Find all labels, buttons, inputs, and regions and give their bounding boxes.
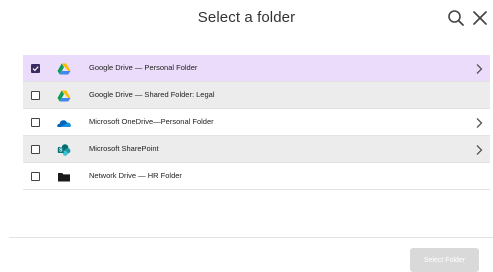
folder-row-google-drive-shared[interactable]: Google Drive — Shared Folder: Legal bbox=[23, 82, 490, 109]
select-folder-button[interactable]: Select Folder bbox=[410, 248, 479, 272]
chevron-right-icon[interactable] bbox=[475, 62, 483, 74]
folder-label: Google Drive — Shared Folder: Legal bbox=[89, 90, 215, 99]
footer-divider bbox=[9, 237, 493, 238]
sharepoint-icon: S bbox=[57, 143, 71, 156]
folder-icon bbox=[57, 170, 71, 182]
checkbox[interactable] bbox=[31, 172, 40, 181]
checkbox[interactable] bbox=[31, 91, 40, 100]
folder-list: Google Drive — Personal Folder Google Dr… bbox=[23, 55, 490, 190]
folder-row-network-drive-hr[interactable]: Network Drive — HR Folder bbox=[23, 163, 490, 190]
folder-row-sharepoint[interactable]: S Microsoft SharePoint bbox=[23, 136, 490, 163]
folder-label: Google Drive — Personal Folder bbox=[89, 63, 198, 72]
dialog-title: Select a folder bbox=[197, 9, 296, 26]
google-drive-icon bbox=[57, 89, 71, 102]
chevron-right-icon[interactable] bbox=[475, 143, 483, 155]
checkbox[interactable] bbox=[31, 145, 40, 154]
checkbox-checked[interactable] bbox=[31, 64, 40, 73]
checkbox[interactable] bbox=[31, 118, 40, 127]
folder-label: Microsoft SharePoint bbox=[89, 144, 159, 153]
onedrive-icon bbox=[57, 116, 71, 128]
chevron-right-icon[interactable] bbox=[475, 116, 483, 128]
close-icon[interactable] bbox=[471, 9, 489, 27]
folder-row-onedrive-personal[interactable]: Microsoft OneDrive—Personal Folder bbox=[23, 109, 490, 136]
search-icon[interactable] bbox=[447, 9, 465, 27]
folder-label: Network Drive — HR Folder bbox=[89, 171, 182, 180]
folder-row-google-drive-personal[interactable]: Google Drive — Personal Folder bbox=[23, 55, 490, 82]
folder-label: Microsoft OneDrive—Personal Folder bbox=[89, 117, 214, 126]
google-drive-icon bbox=[57, 62, 71, 75]
